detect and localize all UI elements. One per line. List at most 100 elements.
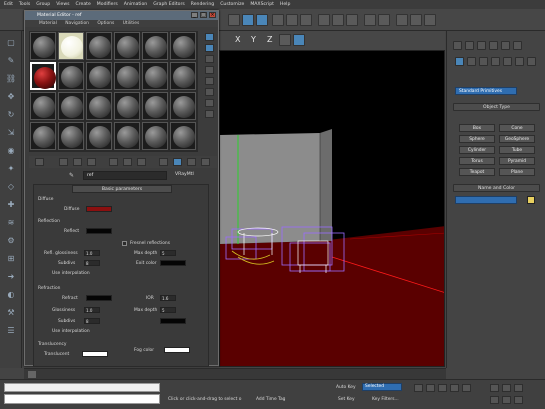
refl-gloss-spinner[interactable]: 1.0 (84, 250, 100, 256)
zoom-icon[interactable] (490, 384, 499, 392)
systems-tool-icon[interactable]: ⚙ (5, 235, 17, 246)
minimize-icon[interactable]: _ (191, 12, 198, 18)
undo-icon[interactable] (228, 14, 240, 26)
display-tab-icon[interactable] (501, 41, 510, 50)
zoom-all-icon[interactable] (502, 384, 511, 392)
menu-animation[interactable]: Animation (124, 2, 147, 7)
get-material-icon[interactable] (35, 158, 44, 166)
refr-exit-color-swatch[interactable] (160, 318, 186, 324)
reset-map-icon[interactable] (87, 158, 96, 166)
geometry-icon[interactable] (455, 57, 464, 66)
sample-type-icon[interactable] (205, 33, 214, 41)
create-tool-icon[interactable]: ✎ (5, 55, 17, 66)
reflect-color-swatch[interactable] (86, 228, 112, 234)
cameras-icon[interactable] (491, 57, 500, 66)
sample-slot[interactable] (170, 122, 196, 150)
pan-icon[interactable] (490, 396, 499, 404)
display-tool-icon[interactable]: ◐ (5, 289, 17, 300)
lights-icon[interactable] (479, 57, 488, 66)
pyramid-button[interactable]: Pyramid (499, 157, 535, 165)
axis-x-label[interactable]: X (235, 35, 240, 44)
sample-slot[interactable] (58, 62, 84, 90)
sample-slot[interactable] (142, 92, 168, 120)
sample-slot[interactable] (58, 122, 84, 150)
diffuse-color-swatch[interactable] (86, 206, 112, 212)
motion-tool-icon[interactable]: ➜ (5, 271, 17, 282)
sample-slot[interactable] (86, 92, 112, 120)
name-color-rollout[interactable]: Name and Color (453, 184, 540, 192)
make-unique-icon[interactable] (123, 158, 132, 166)
scale-tool-icon[interactable]: ⇲ (5, 127, 17, 138)
light-tool-icon[interactable]: ✦ (5, 163, 17, 174)
set-key-button[interactable]: Set Key (338, 397, 355, 402)
link-tool-icon[interactable]: ⛓ (5, 73, 17, 84)
render-setup-icon[interactable] (410, 14, 422, 26)
axis-y-label[interactable]: Y (251, 35, 256, 44)
sample-slot[interactable] (114, 122, 140, 150)
translucent-color-swatch[interactable] (82, 351, 108, 357)
next-frame-icon[interactable] (450, 384, 459, 392)
material-id-icon[interactable] (159, 158, 168, 166)
category-dropdown[interactable]: Standard Primitives (455, 87, 517, 95)
zoom-extents-icon[interactable] (514, 384, 523, 392)
refract-color-swatch[interactable] (86, 295, 112, 301)
put-to-scene-icon[interactable] (59, 158, 68, 166)
hierarchy-tool-icon[interactable]: ⊞ (5, 253, 17, 264)
menu-rendering[interactable]: Rendering (191, 2, 214, 7)
mirror-icon[interactable] (364, 14, 376, 26)
copy-material-icon[interactable] (109, 158, 118, 166)
menu-tools[interactable]: Tools (19, 2, 30, 7)
sample-slot[interactable] (30, 32, 56, 60)
systems-icon[interactable] (527, 57, 536, 66)
auto-key-button[interactable]: Auto Key (336, 385, 356, 390)
pick-material-icon[interactable]: ✎ (69, 172, 77, 179)
tube-button[interactable]: Tube (499, 146, 535, 154)
sample-slot[interactable] (170, 92, 196, 120)
time-slider[interactable] (24, 368, 446, 379)
make-preview-icon[interactable] (205, 88, 214, 96)
sample-slot[interactable] (30, 92, 56, 120)
menu-group[interactable]: Group (36, 2, 50, 7)
fog-color-swatch[interactable] (164, 347, 190, 353)
rotate-tool-icon[interactable]: ↻ (5, 109, 17, 120)
menu-options[interactable]: Options (97, 21, 114, 26)
selection-set-dropdown[interactable]: Selected (362, 383, 402, 391)
glossiness-spinner[interactable]: 1.0 (84, 307, 100, 313)
menu-modifiers[interactable]: Modifiers (97, 2, 118, 7)
sample-slot[interactable] (170, 32, 196, 60)
sample-slot[interactable] (86, 32, 112, 60)
helper-tool-icon[interactable]: ✚ (5, 199, 17, 210)
spacewarps-icon[interactable] (515, 57, 524, 66)
object-color-swatch[interactable] (527, 196, 535, 204)
sample-slot[interactable] (170, 62, 196, 90)
sample-slot[interactable] (86, 122, 112, 150)
percent-snap-icon[interactable] (346, 14, 358, 26)
fresnel-checkbox[interactable] (122, 241, 127, 246)
geosphere-button[interactable]: GeoSphere (499, 135, 535, 143)
close-icon[interactable]: × (209, 12, 216, 18)
move-icon[interactable] (272, 14, 284, 26)
orbit-icon[interactable] (502, 396, 511, 404)
go-to-end-icon[interactable] (462, 384, 471, 392)
modify-tab-icon[interactable] (465, 41, 474, 50)
sample-slot[interactable] (114, 92, 140, 120)
snap-icon[interactable] (318, 14, 330, 26)
menu-create[interactable]: Create (76, 2, 91, 7)
sample-slot[interactable] (86, 62, 112, 90)
sample-slot[interactable] (30, 122, 56, 150)
rotate-icon[interactable] (286, 14, 298, 26)
show-end-result-icon[interactable] (187, 158, 196, 166)
material-name-field[interactable]: ref (83, 171, 167, 180)
menu-views[interactable]: Views (56, 2, 69, 7)
sample-slot[interactable] (114, 32, 140, 60)
show-map-icon[interactable] (173, 158, 182, 166)
torus-button[interactable]: Torus (459, 157, 495, 165)
put-to-library-icon[interactable] (137, 158, 146, 166)
select-tool-icon[interactable]: ▢ (5, 37, 17, 48)
select-icon[interactable] (242, 14, 254, 26)
sample-slot[interactable] (142, 62, 168, 90)
angle-snap-icon[interactable] (332, 14, 344, 26)
object-name-input[interactable] (455, 196, 517, 204)
axis-constraint-icon[interactable] (293, 34, 305, 46)
material-type-button[interactable]: VRayMtl (175, 172, 194, 177)
